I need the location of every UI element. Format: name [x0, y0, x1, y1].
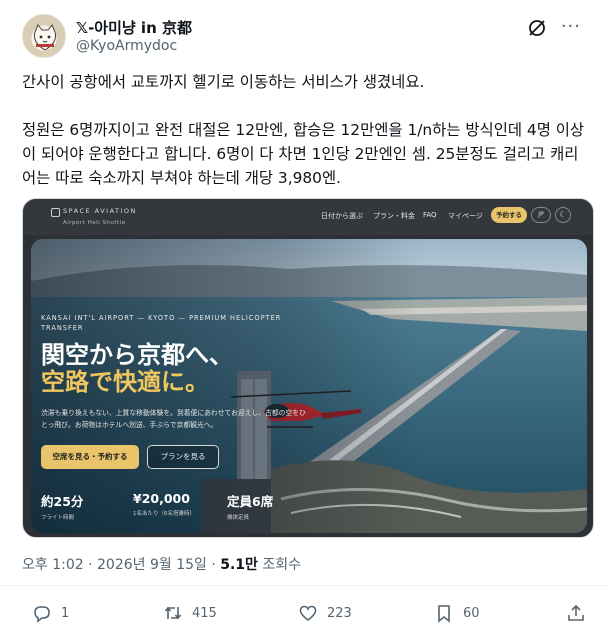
- stat-value: 定員6席: [227, 494, 274, 509]
- author-display-name[interactable]: 𝕏-아미냥 in 京都: [76, 17, 192, 38]
- like-count: 223: [327, 605, 352, 621]
- hero-stat: 定員6席 機体定員: [227, 491, 273, 521]
- post-meta: 오후 1:02 · 2026년 9월 15일 · 5.1만 조회수: [22, 554, 301, 574]
- hero-book-button: 空席を見る・予約する: [41, 445, 139, 469]
- hero-headline-line2: 空路で快適に。: [41, 367, 209, 396]
- bookmark-icon: [438, 605, 450, 623]
- site-book-button: 予約する: [491, 207, 527, 223]
- bookmark-button[interactable]: 60: [434, 598, 480, 628]
- hero-stat: 約25分 フライト時間: [41, 491, 83, 521]
- repost-button[interactable]: 415: [163, 598, 217, 628]
- post-timestamp[interactable]: 오후 1:02 · 2026년 9월 15일 ·: [22, 557, 220, 573]
- stat-label: 1名あたり（6名搭乗時）: [133, 511, 195, 517]
- stat-label: 機体定員: [227, 515, 250, 521]
- brand-logo-icon: [51, 208, 60, 217]
- reply-icon: [34, 606, 50, 623]
- share-button[interactable]: [566, 598, 595, 628]
- site-brand-sub: Airport Heli Shuttle: [63, 220, 126, 226]
- grok-icon[interactable]: [527, 18, 547, 38]
- bookmark-count: 60: [463, 605, 480, 621]
- repost-icon: [164, 606, 182, 620]
- author-handle[interactable]: @KyoArmydoc: [76, 38, 177, 54]
- hero-eyebrow: KANSAI INT'L AIRPORT — KYOTO — PREMIUM H…: [41, 314, 282, 332]
- post-text: 간사이 공항에서 교토까지 헬기로 이동하는 서비스가 생겼네요. 정원은 6명…: [22, 70, 592, 214]
- site-nav-item: FAQ: [423, 211, 437, 219]
- post-paragraph: 간사이 공항에서 교토까지 헬기로 이동하는 서비스가 생겼네요.: [22, 73, 425, 91]
- reply-count: 1: [61, 605, 70, 621]
- hero-headline-line1: 関空から京都へ、: [41, 340, 233, 369]
- site-brand: SPACE AVIATION: [63, 207, 137, 215]
- more-options-icon[interactable]: ···: [561, 16, 581, 37]
- stat-value: ¥20,000: [133, 491, 190, 506]
- divider: [0, 585, 607, 586]
- post-actions: 1 415 223 60: [0, 598, 607, 628]
- post-header: 𝕏-아미냥 in 京都 @KyoArmydoc ···: [22, 14, 587, 60]
- share-icon: [568, 604, 584, 621]
- stat-label: フライト時間: [41, 515, 75, 521]
- views-label: 조회수: [257, 557, 302, 573]
- repost-count: 415: [192, 605, 217, 621]
- post-media-image[interactable]: SPACE AVIATION Airport Heli Shuttle 日付から…: [22, 198, 594, 538]
- post-paragraph: 정원은 6명까지이고 완전 대절은 12만엔, 합승은 12만엔을 1/n하는 …: [22, 121, 585, 187]
- heart-icon: [299, 605, 317, 622]
- hero-description: 渋滞も乗り換えもない、上質な移動体験を。到着便にあわせてお迎えし、古都の空をひと…: [41, 409, 306, 429]
- site-nav-item: 日付から選ぶ: [321, 212, 363, 220]
- moon-icon: ☾: [555, 207, 571, 223]
- avatar[interactable]: [22, 14, 66, 58]
- avatar-cat-icon: [34, 24, 56, 51]
- site-lang-button: JP: [531, 207, 551, 223]
- reply-button[interactable]: 1: [32, 598, 69, 628]
- hero-stat: ¥20,000 1名あたり（6名搭乗時）: [133, 491, 195, 517]
- hero-plans-button: プランを見る: [147, 445, 219, 469]
- site-nav: SPACE AVIATION Airport Heli Shuttle 日付から…: [23, 199, 593, 235]
- site-hero: KANSAI INT'L AIRPORT — KYOTO — PREMIUM H…: [31, 239, 587, 533]
- site-nav-item: マイページ: [448, 212, 483, 220]
- like-button[interactable]: 223: [298, 598, 352, 628]
- views-count: 5.1만: [220, 557, 258, 573]
- hero-headline: 関空から京都へ、 空路で快適に。: [41, 341, 233, 395]
- site-nav-item: プラン・料金: [373, 212, 415, 220]
- stat-value: 約25分: [41, 494, 84, 509]
